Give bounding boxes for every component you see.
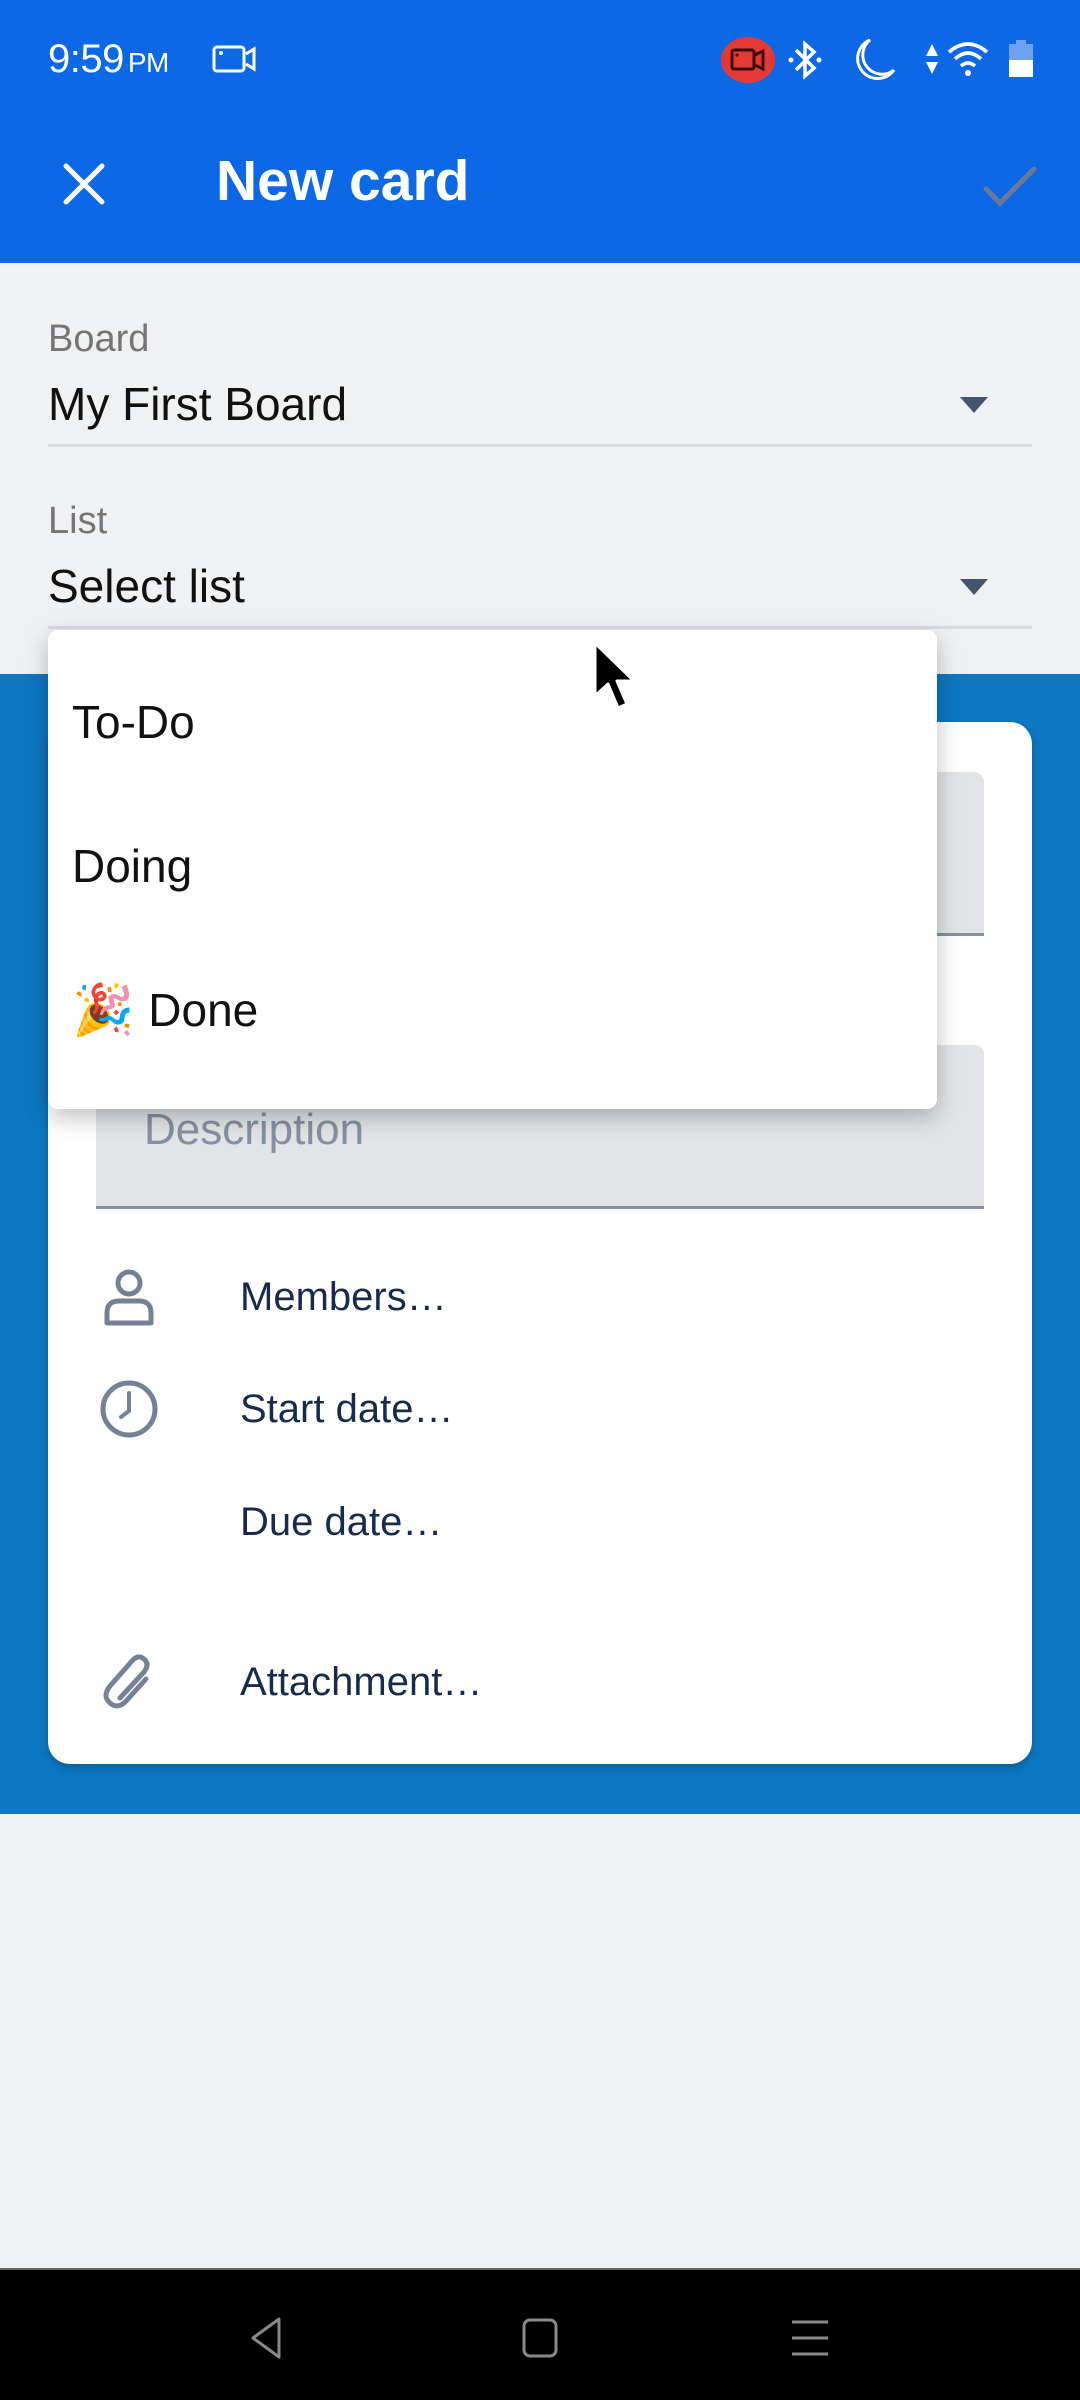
- check-icon: [983, 166, 1037, 207]
- paperclip-icon: [96, 1649, 162, 1715]
- close-button[interactable]: [50, 150, 118, 218]
- option-label: To-Do: [72, 696, 195, 748]
- start-date-label: Start date…: [240, 1386, 454, 1431]
- recents-icon: [792, 2320, 828, 2356]
- status-time-value: 9:59: [48, 37, 124, 81]
- mouse-cursor-icon: [592, 640, 638, 719]
- list-label: List: [48, 500, 108, 542]
- home-icon: [522, 2318, 558, 2358]
- dropdown-option-done[interactable]: 🎉 Done: [48, 938, 937, 1082]
- dropdown-option-doing[interactable]: Doing: [48, 794, 937, 938]
- description-placeholder: Description: [144, 1105, 365, 1154]
- members-label: Members…: [240, 1274, 447, 1319]
- home-button[interactable]: [510, 2310, 570, 2366]
- battery-icon: [1008, 40, 1034, 83]
- back-icon: [251, 2317, 281, 2359]
- recording-indicator-icon: [720, 36, 776, 89]
- due-date-label: Due date…: [240, 1499, 443, 1544]
- app-bar: New card: [0, 120, 1080, 263]
- party-popper-icon: 🎉: [72, 981, 135, 1038]
- bluetooth-icon: [788, 38, 822, 87]
- chevron-down-icon: [960, 579, 988, 595]
- do-not-disturb-moon-icon: [850, 36, 898, 89]
- start-date-row[interactable]: Start date…: [96, 1369, 796, 1449]
- board-label: Board: [48, 318, 150, 360]
- attachment-label: Attachment…: [240, 1659, 483, 1704]
- status-bar: 9:59 PM: [0, 0, 1080, 120]
- back-button[interactable]: [236, 2310, 296, 2366]
- status-ampm: PM: [127, 47, 170, 78]
- chevron-down-icon: [960, 397, 988, 413]
- list-select[interactable]: Select list: [48, 557, 1032, 629]
- data-arrows-icon: [924, 42, 940, 81]
- recents-button[interactable]: [780, 2310, 840, 2366]
- wifi-icon: [946, 40, 990, 83]
- dropdown-option-todo[interactable]: To-Do: [48, 650, 937, 794]
- attachment-row[interactable]: Attachment…: [96, 1642, 796, 1722]
- option-label: Done: [148, 984, 259, 1036]
- option-label: Doing: [72, 840, 193, 892]
- navigation-bar: [0, 2268, 1080, 2400]
- list-dropdown-menu: To-Do Doing 🎉 Done: [48, 630, 937, 1109]
- due-date-row[interactable]: Due date…: [96, 1482, 796, 1562]
- members-row[interactable]: Members…: [96, 1257, 796, 1337]
- close-icon: [63, 163, 105, 205]
- screen-record-icon: [212, 44, 258, 79]
- board-value: My First Board: [48, 378, 348, 430]
- clock-icon: [96, 1376, 162, 1442]
- page-title: New card: [216, 149, 470, 213]
- status-time: 9:59 PM: [48, 37, 169, 82]
- person-icon: [96, 1264, 162, 1330]
- board-select[interactable]: My First Board: [48, 375, 1032, 447]
- confirm-button[interactable]: [975, 152, 1045, 222]
- list-value: Select list: [48, 560, 245, 612]
